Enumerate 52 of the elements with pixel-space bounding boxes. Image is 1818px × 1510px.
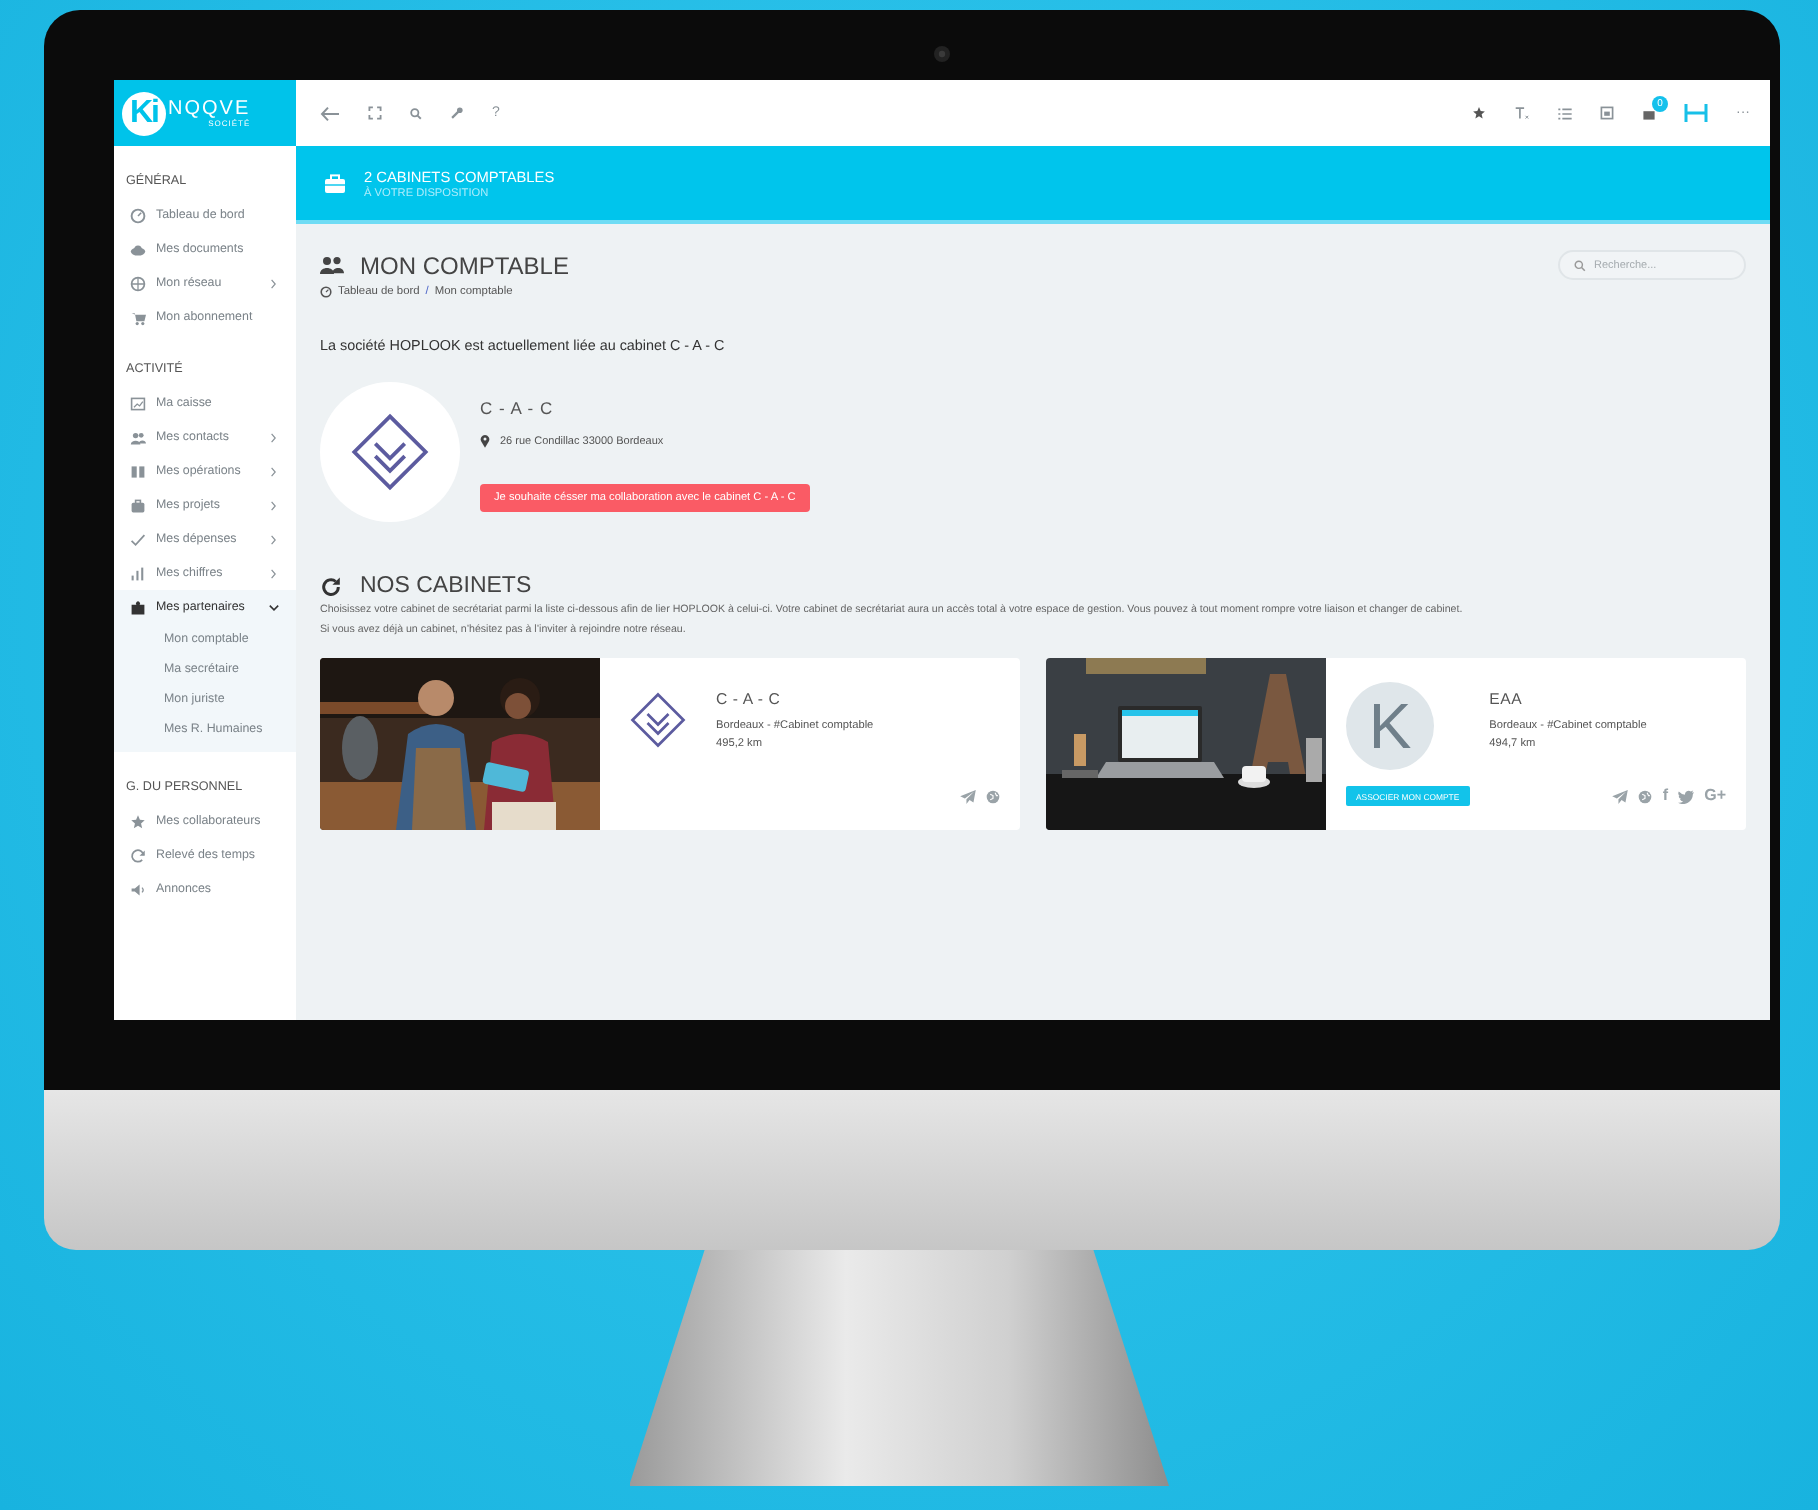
map-pin-icon xyxy=(480,434,490,448)
chevron-right-icon xyxy=(268,499,280,511)
cart-icon xyxy=(130,309,146,325)
star-icon xyxy=(130,813,146,829)
people-icon xyxy=(130,429,146,445)
logo-text: NQQVE xyxy=(168,98,251,120)
text-format-icon[interactable] xyxy=(1514,106,1530,120)
wrench-icon[interactable] xyxy=(450,106,464,120)
paper-plane-icon[interactable] xyxy=(960,790,976,804)
page-title: MON COMPTABLE xyxy=(360,251,569,279)
social-link[interactable]: f xyxy=(1662,788,1669,804)
cabinet-name: C - A - C xyxy=(480,398,556,418)
globe-icon xyxy=(130,275,146,291)
fullscreen-icon[interactable] xyxy=(368,106,382,120)
chevron-down-icon xyxy=(268,601,280,613)
refresh-icon xyxy=(130,847,146,863)
inbox-icon[interactable] xyxy=(1642,107,1656,119)
briefcase-icon xyxy=(324,173,346,193)
chevron-right-icon xyxy=(268,465,280,477)
globe-icon[interactable] xyxy=(1638,789,1653,803)
bars-icon xyxy=(130,565,146,581)
search-icon xyxy=(1574,259,1586,271)
refresh-icon xyxy=(320,575,342,597)
columns-icon xyxy=(130,463,146,479)
chevron-right-icon xyxy=(268,277,280,289)
people-icon xyxy=(320,256,344,274)
globe-icon[interactable] xyxy=(986,790,1000,804)
calendar-icon[interactable] xyxy=(1600,106,1614,120)
back-arrow-icon[interactable] xyxy=(320,105,340,121)
camera-icon xyxy=(932,44,952,64)
speaker-icon xyxy=(130,881,146,897)
diamond-logo-icon xyxy=(348,410,432,494)
width-toggle-icon[interactable] xyxy=(1684,104,1708,122)
paper-plane-icon[interactable] xyxy=(1612,789,1629,803)
chart-icon xyxy=(130,395,146,411)
chevron-right-icon xyxy=(268,533,280,545)
star-icon[interactable] xyxy=(1472,106,1486,120)
logo-mark: Ki xyxy=(122,91,166,135)
diamond-logo-icon xyxy=(628,690,688,750)
avatar: K xyxy=(1346,682,1434,770)
chevron-right-icon xyxy=(268,567,280,579)
check-icon xyxy=(130,531,146,547)
cloud-icon xyxy=(130,241,146,257)
section-title: NOS CABINETS xyxy=(360,574,532,598)
bird-icon[interactable] xyxy=(1678,789,1695,803)
list-icon[interactable] xyxy=(1558,107,1572,119)
social-link[interactable]: G+ xyxy=(1704,788,1726,804)
gauge-icon xyxy=(130,207,146,223)
chevron-right-icon xyxy=(268,431,280,443)
search-icon[interactable] xyxy=(410,107,422,119)
gauge-icon xyxy=(320,286,332,298)
briefcase-icon xyxy=(130,497,146,513)
